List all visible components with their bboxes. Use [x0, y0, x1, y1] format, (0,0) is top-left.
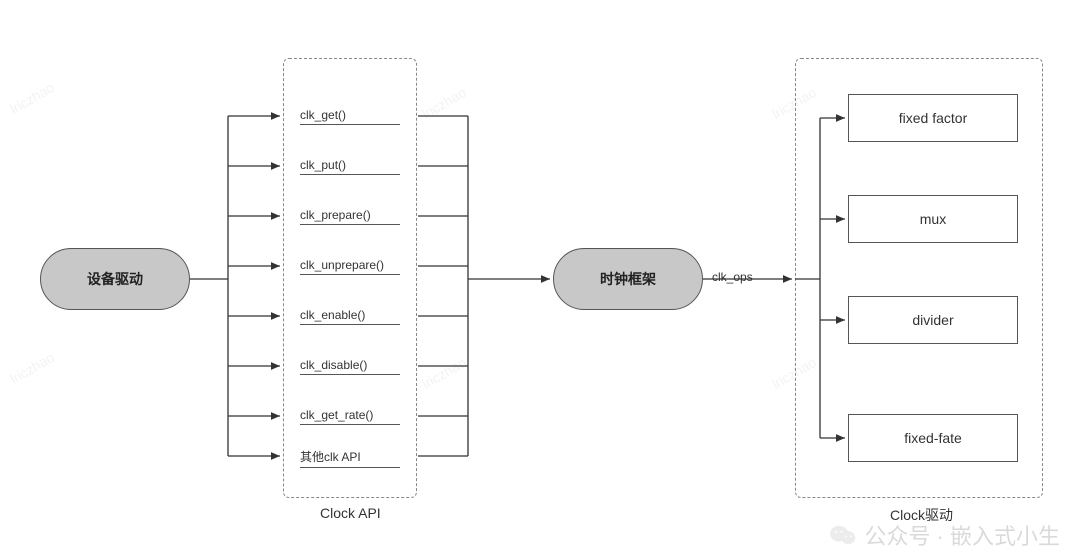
- api-item: 其他clk API: [300, 448, 400, 468]
- watermark: lriczhao: [7, 349, 57, 387]
- clk-type-label: divider: [912, 312, 953, 328]
- watermark: lriczhao: [419, 84, 469, 122]
- api-item: clk_put(): [300, 158, 400, 175]
- api-item: clk_get(): [300, 108, 400, 125]
- footer-watermark: 公众号 · 嵌入式小生: [830, 519, 1060, 551]
- clk-type-label: fixed factor: [899, 110, 967, 126]
- node-device-driver-label: 设备驱动: [87, 269, 143, 289]
- clock-api-label: Clock API: [320, 505, 381, 521]
- api-item: clk_get_rate(): [300, 408, 400, 425]
- node-device-driver: 设备驱动: [40, 248, 190, 310]
- clk-type-box: divider: [848, 296, 1018, 344]
- api-item: clk_disable(): [300, 358, 400, 375]
- clk-type-box: fixed factor: [848, 94, 1018, 142]
- node-clock-framework: 时钟框架: [553, 248, 703, 310]
- clk-type-box: mux: [848, 195, 1018, 243]
- clk-type-box: fixed-fate: [848, 414, 1018, 462]
- api-item: clk_prepare(): [300, 208, 400, 225]
- api-item: clk_unprepare(): [300, 258, 400, 275]
- wechat-icon: [830, 524, 856, 546]
- clk-type-label: fixed-fate: [904, 430, 962, 446]
- watermark: lriczhao: [7, 79, 57, 117]
- clk-type-label: mux: [920, 211, 946, 227]
- footer-watermark-text: 公众号 · 嵌入式小生: [864, 519, 1060, 551]
- api-item: clk_enable(): [300, 308, 400, 325]
- node-clock-framework-label: 时钟框架: [600, 269, 656, 289]
- watermark: lriczhao: [419, 354, 469, 392]
- edge-label-clk-ops: clk_ops: [712, 270, 753, 284]
